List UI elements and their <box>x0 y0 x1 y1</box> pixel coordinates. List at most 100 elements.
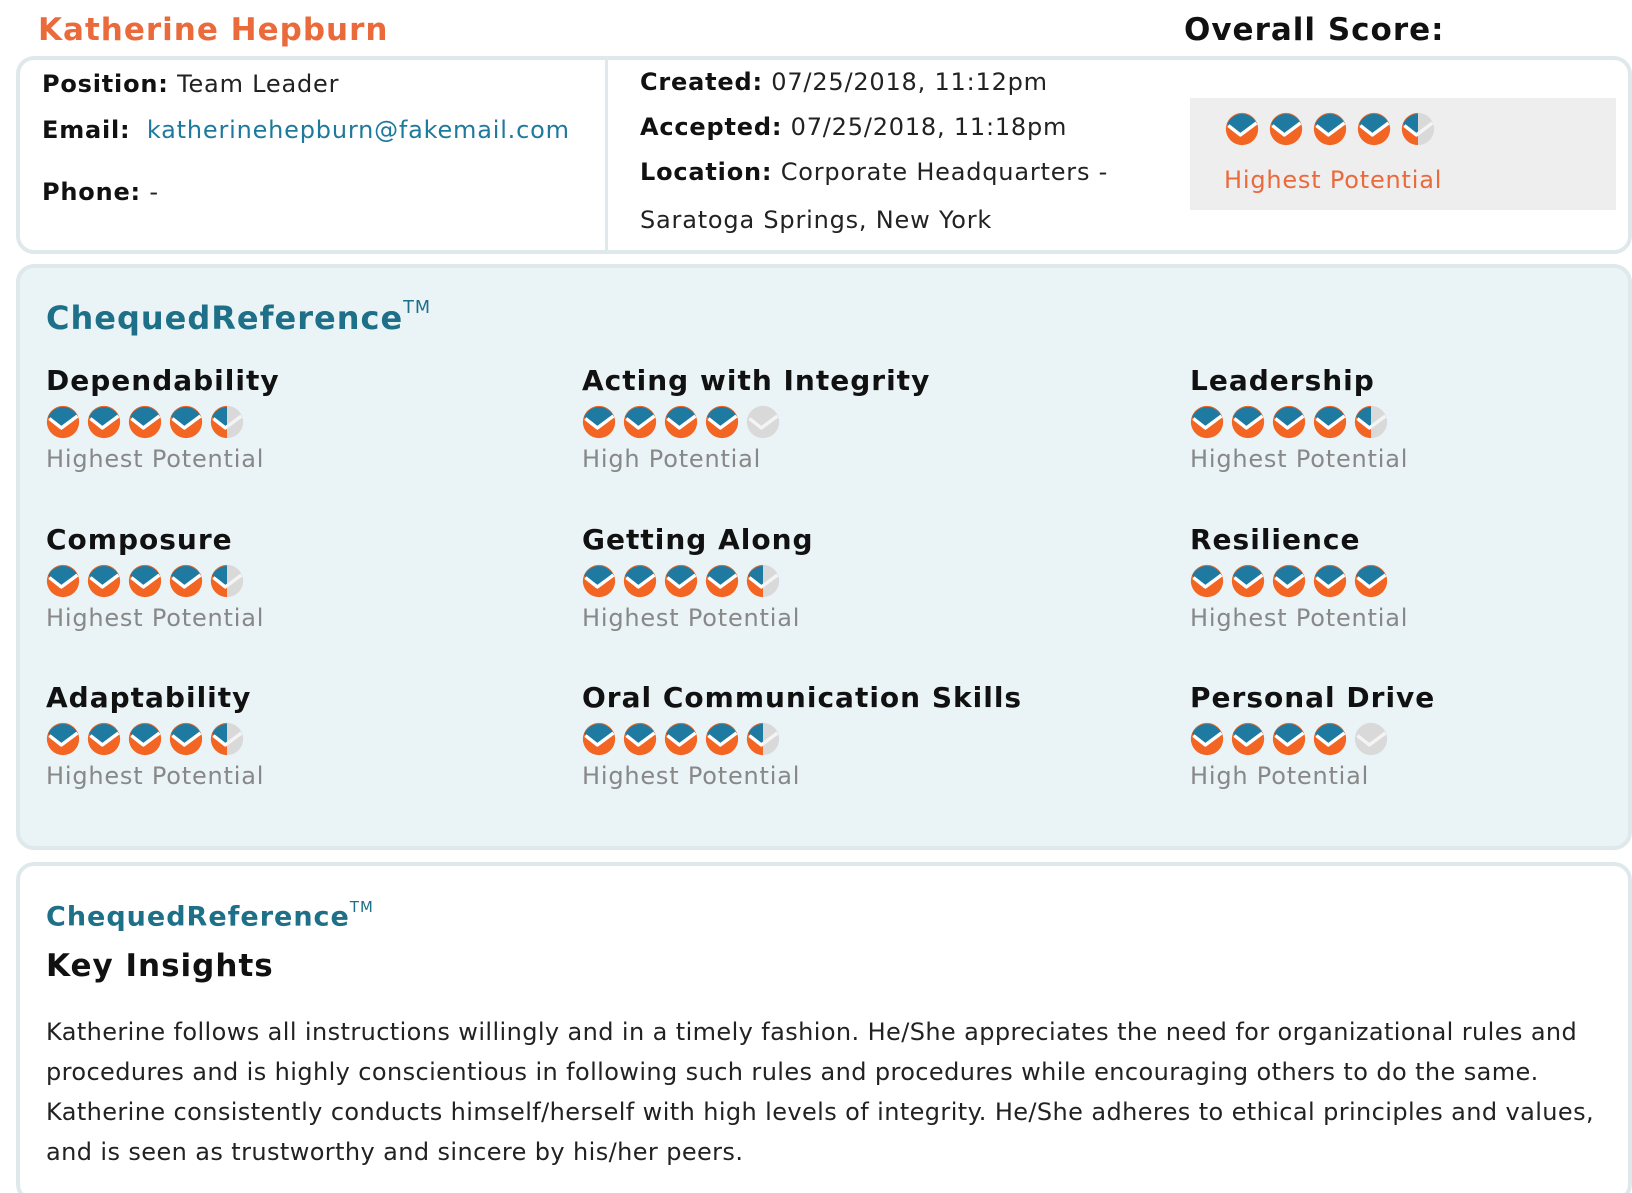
score-icon <box>746 722 780 756</box>
metric-title: Composure <box>46 523 233 556</box>
metric-score-icons <box>1190 722 1632 756</box>
accepted-value: 07/25/2018, 11:18pm <box>790 113 1068 141</box>
score-icon <box>1354 722 1388 756</box>
email-link[interactable]: katherinehepburn@fakemail.com <box>147 116 570 144</box>
score-icon <box>582 722 616 756</box>
score-icon <box>1272 722 1306 756</box>
created-label: Created: <box>640 68 763 96</box>
score-icon <box>1313 722 1347 756</box>
score-icon <box>705 405 739 439</box>
metric-score-icons <box>46 564 546 598</box>
metric-rating: Highest Potential <box>582 604 801 632</box>
location-row: Location: Corporate Headquarters - <box>640 158 1108 186</box>
trademark: TM <box>403 298 432 318</box>
metric-score-icons <box>582 722 1082 756</box>
position-row: Position: Team Leader <box>42 70 339 98</box>
trademark: TM <box>349 898 374 916</box>
key-insights-title: Key Insights <box>46 948 274 984</box>
metric-composure: Composure Highest Potential <box>46 523 546 632</box>
score-icon <box>169 722 203 756</box>
score-icon <box>87 722 121 756</box>
score-icon <box>582 405 616 439</box>
info-divider <box>605 60 608 250</box>
score-icon <box>1313 112 1347 146</box>
score-icon <box>46 564 80 598</box>
metric-title: Acting with Integrity <box>582 364 931 397</box>
metric-leadership: Leadership Highest Potential <box>1190 364 1632 473</box>
metric-score-icons <box>582 564 1082 598</box>
metric-title: Leadership <box>1190 364 1375 397</box>
score-icon <box>664 405 698 439</box>
phone-value: - <box>149 178 159 206</box>
score-icon <box>87 564 121 598</box>
score-icon <box>705 722 739 756</box>
score-icon <box>1272 564 1306 598</box>
metric-rating: Highest Potential <box>582 762 801 790</box>
metric-rating: Highest Potential <box>46 604 265 632</box>
score-icon <box>1190 564 1224 598</box>
metric-title: Dependability <box>46 364 280 397</box>
brand-heading: ChequedReferenceTM <box>46 298 431 337</box>
score-icon <box>623 405 657 439</box>
metric-score-icons <box>1190 564 1632 598</box>
metric-rating: High Potential <box>582 445 762 473</box>
overall-score-box: Highest Potential <box>1190 98 1616 210</box>
score-icon <box>1190 722 1224 756</box>
position-label: Position: <box>42 70 169 98</box>
score-icon <box>1401 112 1435 146</box>
candidate-info-card: Position: Team Leader Email: katherinehe… <box>16 56 1632 254</box>
key-insights-text: Katherine follows all instructions willi… <box>46 1018 1594 1166</box>
phone-row: Phone: - <box>42 178 159 206</box>
score-icon <box>1231 722 1265 756</box>
overall-rating: Highest Potential <box>1224 166 1443 194</box>
score-icon <box>1354 564 1388 598</box>
metric-rating: Highest Potential <box>1190 604 1409 632</box>
metric-score-icons <box>46 722 546 756</box>
location-value-line1: Corporate Headquarters - <box>780 158 1109 186</box>
created-row: Created: 07/25/2018, 11:12pm <box>640 68 1048 96</box>
position-value: Team Leader <box>177 70 340 98</box>
metric-dependability: Dependability Highest Potential <box>46 364 546 473</box>
metric-score-icons <box>1190 405 1632 439</box>
score-icon <box>128 722 162 756</box>
score-icon <box>210 564 244 598</box>
brand-name: ChequedReference <box>46 901 350 933</box>
metric-personal-drive: Personal Drive High Potential <box>1190 681 1632 790</box>
score-icon <box>128 405 162 439</box>
score-icon <box>705 564 739 598</box>
metric-title: Personal Drive <box>1190 681 1436 714</box>
metric-title: Oral Communication Skills <box>582 681 1023 714</box>
metric-rating: Highest Potential <box>1190 445 1409 473</box>
metric-rating: Highest Potential <box>46 445 265 473</box>
score-icon <box>46 722 80 756</box>
phone-label: Phone: <box>42 178 141 206</box>
score-icon <box>1313 564 1347 598</box>
score-icon <box>169 405 203 439</box>
metric-rating: Highest Potential <box>46 762 265 790</box>
score-icon <box>169 564 203 598</box>
accepted-row: Accepted: 07/25/2018, 11:18pm <box>640 113 1067 141</box>
score-icon <box>1269 112 1303 146</box>
reference-scores-card: ChequedReferenceTM Dependability Highest… <box>16 264 1632 850</box>
email-row: Email: katherinehepburn@fakemail.com <box>42 116 570 144</box>
metric-score-icons <box>582 405 1082 439</box>
score-icon <box>1313 405 1347 439</box>
score-icon <box>623 722 657 756</box>
overall-score-icons <box>1225 112 1435 146</box>
score-icon <box>128 564 162 598</box>
score-icon <box>1357 112 1391 146</box>
metric-acting-with-integrity: Acting with Integrity High Potential <box>582 364 1082 473</box>
score-icon <box>210 722 244 756</box>
score-icon <box>87 405 121 439</box>
score-icon <box>664 564 698 598</box>
score-icon <box>1354 405 1388 439</box>
location-label: Location: <box>640 158 773 186</box>
metric-title: Getting Along <box>582 523 814 556</box>
score-icon <box>746 564 780 598</box>
email-label: Email: <box>42 116 131 144</box>
candidate-report: Katherine Hepburn Overall Score: Positio… <box>0 0 1632 1193</box>
overall-score-label: Overall Score: <box>1184 12 1445 48</box>
key-insights-card: ChequedReferenceTM Key Insights Katherin… <box>16 862 1632 1193</box>
score-icon <box>582 564 616 598</box>
score-icon <box>46 405 80 439</box>
